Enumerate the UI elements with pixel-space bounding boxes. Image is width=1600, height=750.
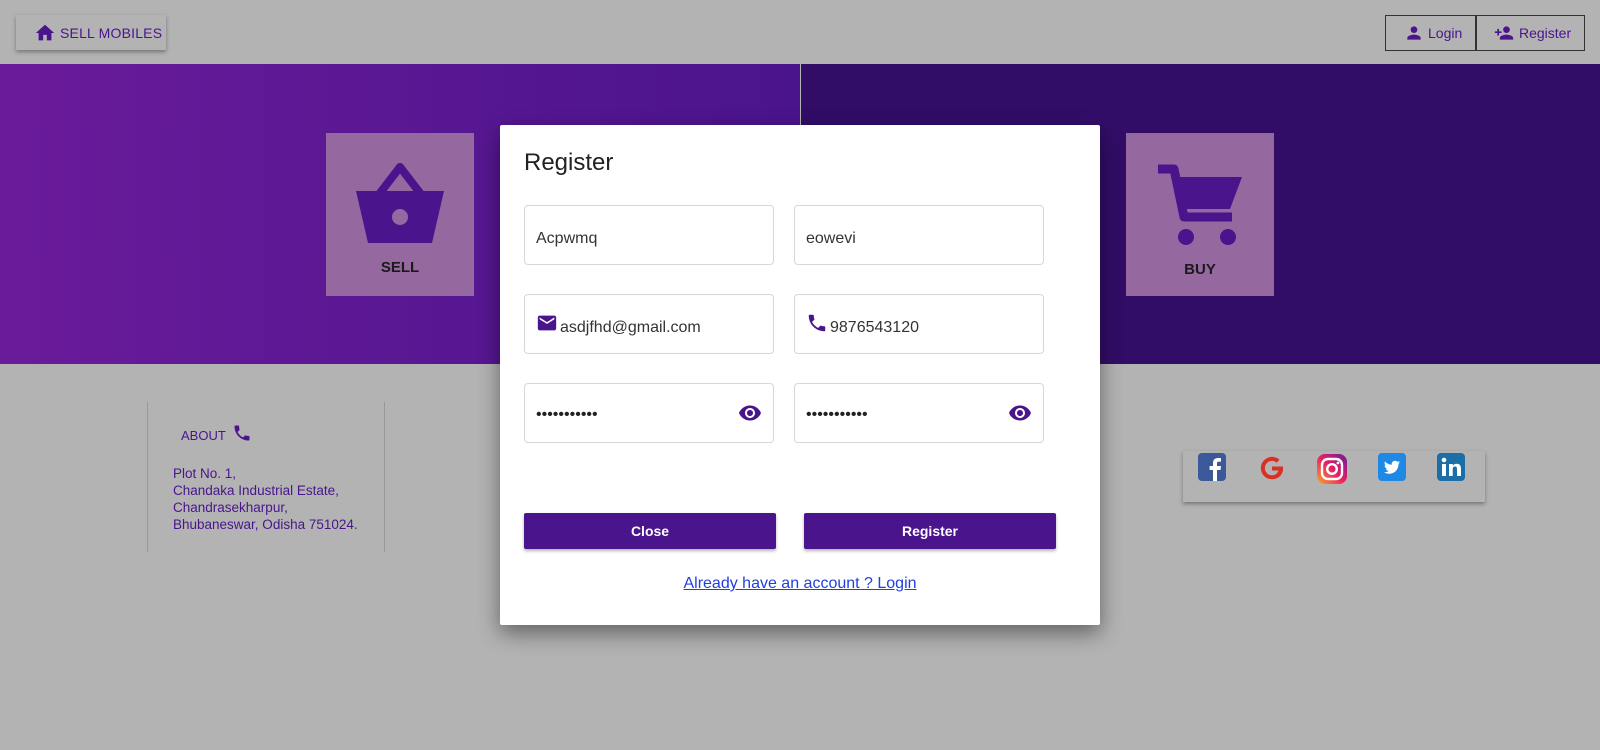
eye-icon[interactable] — [738, 401, 762, 425]
register-submit-button[interactable]: Register — [804, 513, 1056, 549]
phone-field[interactable] — [794, 294, 1044, 354]
buy-tile-label: BUY — [1184, 261, 1216, 278]
dialog-title: Register — [524, 149, 614, 176]
register-dialog: Register ••••••••••• ••••••••••• Close R… — [500, 125, 1100, 625]
address-line: Chandaka Industrial Estate, — [173, 483, 339, 498]
address-line: Plot No. 1, — [173, 466, 237, 481]
about-section: ABOUT Plot No. 1, Chandaka Industrial Es… — [147, 402, 385, 552]
person-add-icon — [1493, 23, 1515, 43]
phone-icon[interactable] — [232, 423, 252, 443]
about-header: ABOUT — [181, 423, 252, 443]
twitter-icon[interactable] — [1378, 453, 1408, 483]
home-button[interactable]: SELL MOBILES — [16, 15, 166, 50]
close-button[interactable]: Close — [524, 513, 776, 549]
mail-icon — [536, 312, 558, 334]
email-field[interactable] — [524, 294, 774, 354]
home-button-label: SELL MOBILES — [60, 24, 163, 41]
buy-tile[interactable]: BUY — [1126, 133, 1274, 296]
confirm-password-value: ••••••••••• — [806, 406, 868, 423]
address-line: Chandrasekharpur, — [173, 500, 288, 515]
register-nav-label: Register — [1519, 25, 1572, 41]
social-links — [1183, 451, 1485, 502]
eye-icon[interactable] — [1008, 401, 1032, 425]
password-value: ••••••••••• — [536, 406, 598, 423]
register-nav-button[interactable]: Register — [1476, 15, 1585, 51]
password-field[interactable]: ••••••••••• — [524, 383, 774, 443]
basket-icon — [354, 163, 446, 245]
login-button-label: Login — [1428, 25, 1463, 41]
address-line: Bhubaneswar, Odisha 751024. — [173, 517, 358, 532]
sell-tile[interactable]: SELL — [326, 133, 474, 296]
about-title: ABOUT — [181, 428, 226, 443]
confirm-password-field[interactable]: ••••••••••• — [794, 383, 1044, 443]
phone-icon — [806, 312, 828, 334]
instagram-icon[interactable] — [1316, 453, 1347, 484]
person-icon — [1404, 23, 1424, 43]
sell-tile-label: SELL — [380, 259, 420, 276]
home-icon — [34, 22, 56, 44]
first-name-input[interactable] — [536, 222, 762, 248]
login-link[interactable]: Already have an account ? Login — [522, 575, 1078, 593]
top-bar: SELL MOBILES Login Register — [0, 0, 1600, 64]
last-name-input[interactable] — [806, 222, 1032, 248]
phone-input[interactable] — [830, 311, 1032, 337]
linkedin-icon[interactable] — [1437, 453, 1467, 483]
last-name-field[interactable] — [794, 205, 1044, 265]
first-name-field[interactable] — [524, 205, 774, 265]
facebook-icon[interactable] — [1198, 453, 1228, 483]
cart-icon — [1154, 163, 1246, 247]
login-button[interactable]: Login — [1385, 15, 1476, 51]
google-icon[interactable] — [1257, 453, 1287, 483]
email-input[interactable] — [560, 311, 762, 337]
about-address: Plot No. 1, Chandaka Industrial Estate, … — [173, 465, 358, 533]
